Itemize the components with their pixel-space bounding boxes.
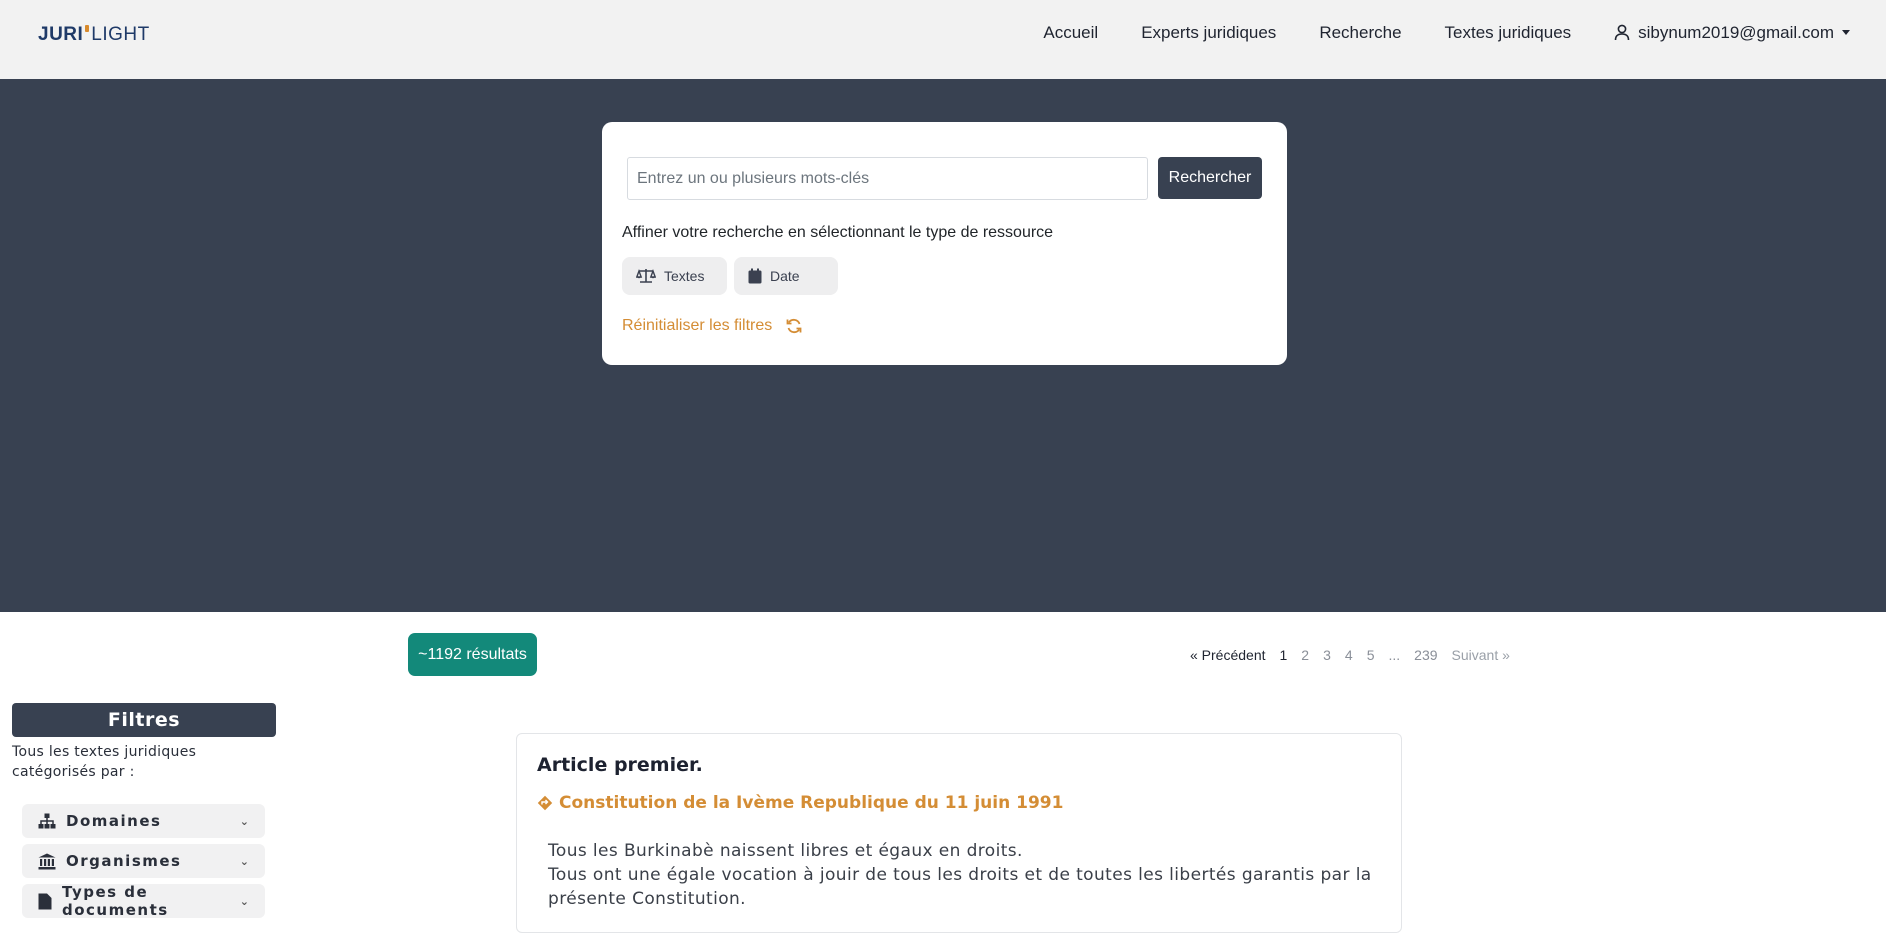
sitemap-icon xyxy=(38,813,56,829)
chevron-down-icon: ⌄ xyxy=(239,814,249,828)
result-excerpt-line: présente Constitution. xyxy=(548,889,746,909)
nav-experts-juridiques[interactable]: Experts juridiques xyxy=(1141,23,1276,43)
search-placeholder: Entrez un ou plusieurs mots-clés xyxy=(637,169,870,187)
user-icon xyxy=(1614,24,1630,41)
results-count-badge: ~1192 résultats xyxy=(408,633,537,676)
pagination-next[interactable]: Suivant » xyxy=(1452,647,1510,663)
result-excerpt: Tous les Burkinabè naissent libres et ég… xyxy=(548,839,1388,911)
sidebar-item-organismes[interactable]: Organismes ⌄ xyxy=(22,844,265,878)
pagination-page-239[interactable]: 239 xyxy=(1414,647,1437,663)
pagination-page-3[interactable]: 3 xyxy=(1323,647,1331,663)
sidebar-item-label: Types de documents xyxy=(62,883,169,919)
pagination: « Précédent 1 2 3 4 5 ... 239 Suivant » xyxy=(1190,647,1510,663)
filters-description: Tous les textes juridiques catégorisés p… xyxy=(12,744,197,780)
pagination-page-5[interactable]: 5 xyxy=(1367,647,1375,663)
top-navbar: JURI LIGHT Accueil Experts juridiques Re… xyxy=(0,0,1886,79)
nav-recherche[interactable]: Recherche xyxy=(1319,23,1401,43)
sidebar-item-label: Domaines xyxy=(66,812,162,830)
search-button[interactable]: Rechercher xyxy=(1158,157,1262,199)
result-source-link[interactable]: Constitution de la Ivème Republique du 1… xyxy=(537,793,1063,813)
user-email: sibynum2019@gmail.com xyxy=(1638,22,1834,42)
pagination-page-4[interactable]: 4 xyxy=(1345,647,1353,663)
search-input[interactable]: Entrez un ou plusieurs mots-clés xyxy=(627,157,1148,200)
sidebar-item-domaines[interactable]: Domaines ⌄ xyxy=(22,804,265,838)
refresh-icon xyxy=(786,318,802,334)
calendar-icon xyxy=(748,268,762,284)
refine-text: Affiner votre recherche en sélectionnant… xyxy=(622,224,1054,241)
result-excerpt-line: Tous ont une égale vocation à jouir de t… xyxy=(548,865,1372,885)
brand-logo[interactable]: JURI LIGHT xyxy=(38,24,150,46)
brand-dot xyxy=(85,25,90,32)
balance-scale-icon xyxy=(636,268,656,283)
filters-title: Filtres xyxy=(12,703,276,737)
chevron-down-icon: ⌄ xyxy=(239,854,249,868)
pagination-prev[interactable]: « Précédent xyxy=(1190,647,1266,663)
filter-textes-button[interactable]: Textes xyxy=(622,257,727,295)
chevron-down-icon: ⌄ xyxy=(239,894,249,908)
reset-filters-link[interactable]: Réinitialiser les filtres xyxy=(622,317,802,335)
result-title[interactable]: Article premier. xyxy=(537,754,703,776)
chevron-down-icon xyxy=(1842,30,1850,35)
pagination-page-2[interactable]: 2 xyxy=(1301,647,1309,663)
result-card[interactable]: Article premier. Constitution de la Ivèm… xyxy=(516,733,1402,933)
brand-juri: JURI xyxy=(38,24,84,45)
search-card: Entrez un ou plusieurs mots-clés Recherc… xyxy=(602,122,1287,365)
result-excerpt-line: Tous les Burkinabè naissent libres et ég… xyxy=(548,841,1023,861)
reset-filters-label: Réinitialiser les filtres xyxy=(622,317,773,334)
pagination-page-1[interactable]: 1 xyxy=(1280,647,1288,663)
diamond-arrow-icon xyxy=(537,795,553,811)
filter-date-button[interactable]: Date xyxy=(734,257,838,295)
result-source-label: Constitution de la Ivème Republique du 1… xyxy=(559,793,1064,813)
bank-icon xyxy=(38,853,56,869)
filter-textes-label: Textes xyxy=(664,268,705,284)
file-icon xyxy=(38,893,52,909)
brand-light: LIGHT xyxy=(91,24,150,45)
sidebar-item-types-documents[interactable]: Types de documents ⌄ xyxy=(22,883,265,919)
nav-textes-juridiques[interactable]: Textes juridiques xyxy=(1445,23,1572,43)
sidebar-item-label: Organismes xyxy=(66,852,182,870)
filter-date-label: Date xyxy=(770,268,800,284)
pagination-ellipsis: ... xyxy=(1388,647,1401,663)
nav-accueil[interactable]: Accueil xyxy=(1043,23,1098,43)
user-menu[interactable]: sibynum2019@gmail.com xyxy=(1614,23,1850,43)
search-hero: Entrez un ou plusieurs mots-clés Recherc… xyxy=(0,79,1886,612)
nav-links: Accueil Experts juridiques Recherche Tex… xyxy=(1000,0,1850,65)
